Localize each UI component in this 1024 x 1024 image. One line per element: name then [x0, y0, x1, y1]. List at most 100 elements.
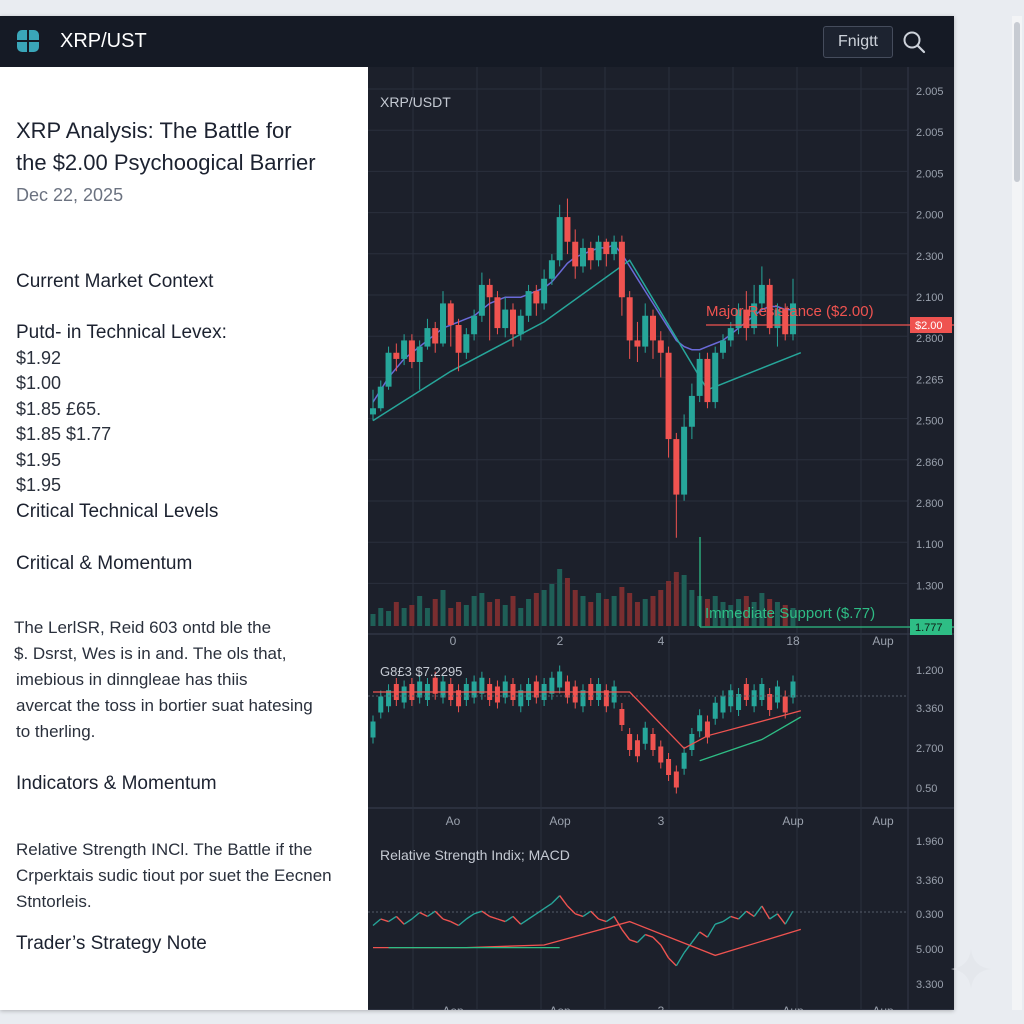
candle — [471, 315, 478, 335]
volume-bar — [526, 599, 532, 626]
volume-bar — [502, 605, 508, 626]
volume-bar — [673, 572, 679, 626]
rsi-segment — [691, 931, 701, 943]
rsi-segment — [675, 952, 685, 967]
volume-bar — [580, 596, 586, 626]
volume-bar — [393, 602, 399, 626]
price-level: $1.92 — [16, 348, 62, 368]
article-title-line2: the $2.00 Psychoogical Barrier — [16, 150, 316, 175]
candle — [665, 352, 672, 440]
app-window: XRP/UST Fnigtt XRP Analysis: The Battle … — [0, 16, 954, 1010]
volume-bar — [603, 599, 609, 626]
rsi-time-tick-label: 3 — [658, 1004, 665, 1010]
volume-bar — [541, 590, 547, 626]
candle — [377, 386, 384, 409]
candle — [502, 309, 509, 329]
section-heading-critical-levels: Critical Technical Levels — [16, 501, 219, 522]
price-tick-label: 2.265 — [916, 374, 944, 386]
rsi-segment — [613, 916, 623, 930]
rsi-segment — [535, 908, 545, 915]
candle — [401, 340, 408, 359]
pair-title: XRP/UST — [60, 30, 147, 52]
candle — [525, 291, 532, 316]
time-tick-label: 18 — [786, 634, 800, 648]
rsi-segment — [629, 939, 638, 944]
paragraph-line: Stntorleis. — [16, 892, 92, 911]
resistance-price-tag-label: $2.00 — [915, 320, 943, 332]
chart-area[interactable]: Major Resistance ($2.00) $2.00 Immediate S… — [368, 67, 954, 1010]
rsi-segment — [465, 913, 475, 920]
filter-button[interactable]: Fnigtt — [823, 26, 893, 58]
volume-bar — [401, 608, 407, 626]
volume-bar — [564, 578, 570, 626]
candle — [657, 340, 664, 353]
paragraph-line: to therling. — [16, 722, 96, 741]
rsi-segment — [776, 913, 786, 925]
paragraph-line: $. Dsrst, Wes is in and. The ols that, — [14, 644, 287, 663]
rsi-segment — [543, 902, 553, 910]
scrollbar-thumb[interactable] — [1014, 22, 1020, 182]
volume-bar — [596, 593, 602, 626]
candle — [595, 241, 602, 261]
price-tick-label: 2.300 — [916, 251, 944, 263]
price-tick-label: 2.500 — [916, 416, 944, 428]
rsi-segment — [738, 910, 747, 920]
rsi-segment — [722, 915, 732, 923]
price-tick-label: 2.100 — [916, 292, 944, 304]
rsi-segment — [372, 918, 382, 927]
rsi-time-tick-label: Aop — [549, 1004, 571, 1010]
price-level: $1.85 £65. — [16, 399, 102, 419]
article-date: Dec 22, 2025 — [16, 185, 124, 205]
paragraph-line: Relative Strength INCl. The Battle if th… — [16, 840, 313, 859]
xrp-logo-icon — [17, 30, 39, 52]
article-panel: XRP Analysis: The Battle for the $2.00 P… — [0, 67, 368, 1010]
chart-title: XRP/USDT — [380, 94, 451, 110]
price-level: $1.95 — [16, 475, 62, 495]
candle — [618, 241, 625, 298]
article-title-line1: XRP Analysis: The Battle for — [16, 118, 292, 143]
candle — [385, 352, 392, 387]
candle — [478, 284, 485, 316]
price-tick-label: 2.005 — [916, 127, 944, 139]
macd-time-tick-label: Aup — [782, 814, 804, 828]
rsi-segment — [660, 944, 670, 959]
candle — [447, 303, 454, 325]
volume-bar — [479, 593, 485, 626]
candle — [440, 303, 446, 344]
section-heading-levels-intro: Putd- in Technical Levex: — [16, 322, 227, 343]
volume-bar — [440, 590, 446, 626]
volume-bar — [409, 605, 415, 626]
volume-bar — [424, 608, 430, 626]
candle — [603, 241, 610, 255]
price-tick-label: 2.800 — [916, 498, 944, 510]
rsi-segment — [566, 905, 576, 915]
candle — [548, 260, 555, 279]
paragraph-line: Crperktais sudic tiout por suet the Eecn… — [16, 866, 332, 885]
candle — [696, 358, 703, 396]
macd-time-tick-label: Ao — [446, 814, 461, 828]
search-icon[interactable] — [900, 28, 928, 56]
price-chart[interactable]: Major Resistance ($2.00) $2.00 Immediate S… — [368, 67, 954, 1010]
volume-bar — [681, 575, 687, 626]
price-tick-label: 2.000 — [916, 210, 944, 222]
rsi-segment — [652, 936, 662, 946]
rsi-segment — [458, 918, 467, 927]
rsi-time-tick-label: Aup — [872, 1004, 894, 1010]
volume-bar — [642, 599, 648, 626]
volume-bar — [448, 608, 454, 626]
candle — [727, 328, 734, 341]
candle — [758, 284, 765, 304]
paragraph-line: imebious in dinnglеae has thiis — [16, 670, 248, 689]
rsi-segment — [621, 928, 631, 941]
volume-bar — [619, 587, 625, 626]
volume-bar — [432, 599, 438, 626]
candle — [533, 291, 540, 304]
price-tick-label: 2.005 — [916, 86, 944, 98]
time-tick-label: 4 — [658, 634, 665, 648]
rsi-segment — [442, 918, 451, 923]
rsi-segment — [504, 915, 514, 923]
volume-bar — [456, 602, 462, 626]
resistance-label: Major Resistance ($2.00) — [706, 303, 874, 320]
time-tick-label: 0 — [450, 634, 457, 648]
rsi-segment — [489, 915, 498, 920]
